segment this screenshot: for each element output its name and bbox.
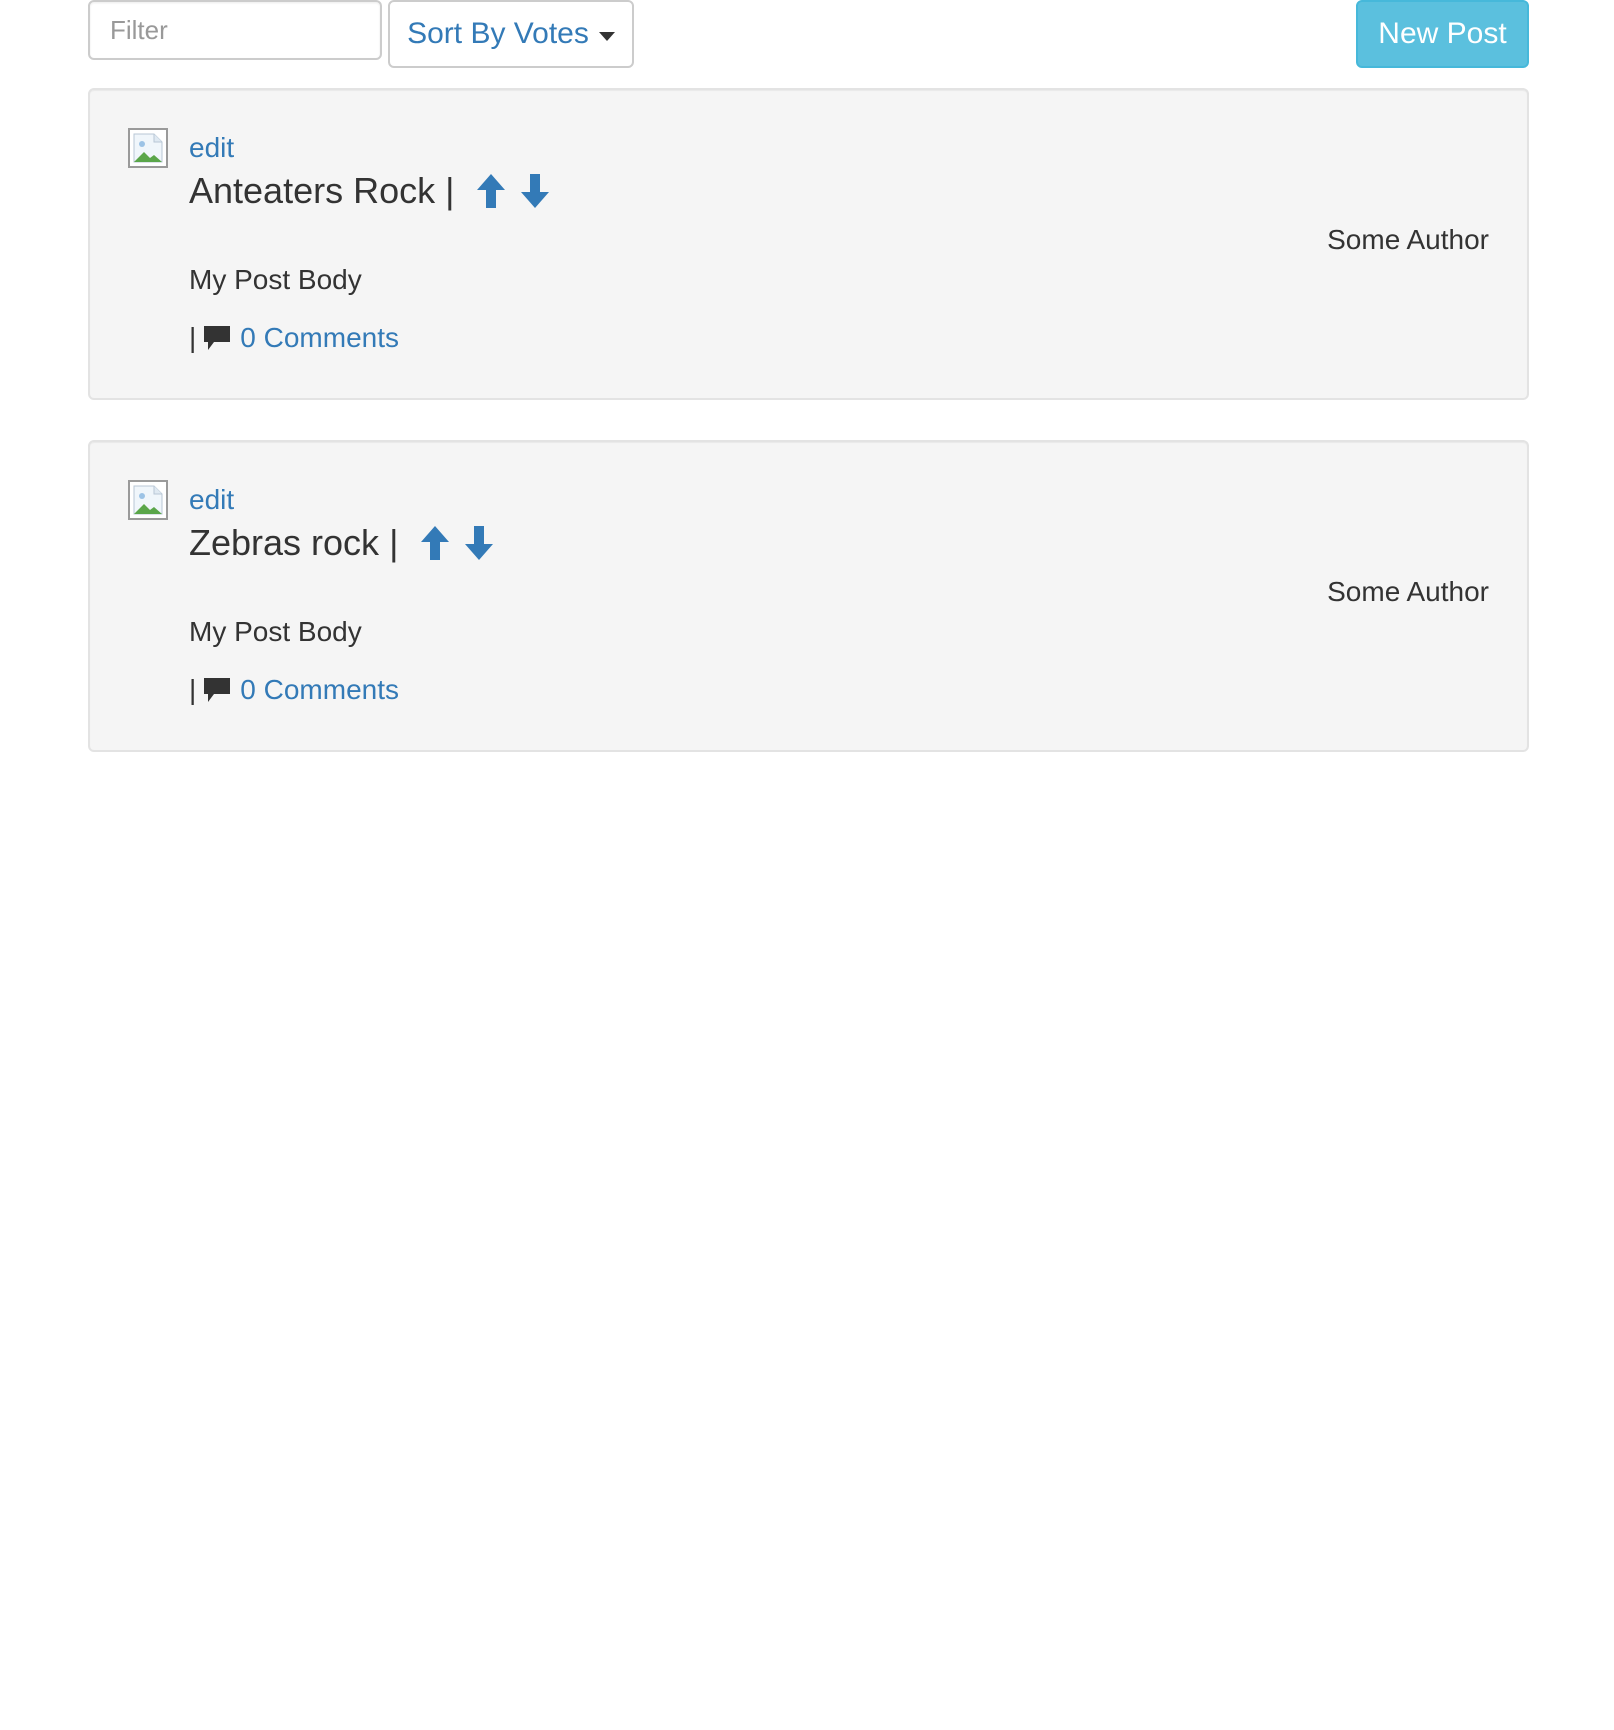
comment-icon <box>202 323 232 353</box>
post-card: edit Anteaters Rock | Some Author My Pos… <box>88 88 1529 400</box>
post-title-text: Anteaters Rock <box>189 170 436 211</box>
post-meta: | 0 Comments <box>189 322 399 354</box>
post-card: edit Zebras rock | Some Author My Post B… <box>88 440 1529 752</box>
comments-link[interactable]: 0 Comments <box>240 674 399 706</box>
post-body: My Post Body <box>189 264 362 295</box>
toolbar: Sort By Votes New Post <box>88 0 1529 68</box>
page: Sort By Votes New Post edit Anteaters Ro… <box>0 0 1614 1730</box>
title-separator: | <box>445 170 455 211</box>
broken-image-icon <box>128 128 168 168</box>
post-title: Zebras rock | <box>189 522 496 564</box>
arrow-up-icon[interactable] <box>418 523 452 563</box>
post-title-text: Zebras rock <box>189 522 380 563</box>
post-list: edit Anteaters Rock | Some Author My Pos… <box>88 88 1529 792</box>
arrow-up-icon[interactable] <box>474 171 508 211</box>
sort-by-votes-button[interactable]: Sort By Votes <box>388 0 634 68</box>
broken-image-icon <box>128 480 168 520</box>
new-post-button-label: New Post <box>1378 17 1507 50</box>
new-post-button[interactable]: New Post <box>1356 0 1529 68</box>
post-body: My Post Body <box>189 616 362 647</box>
arrow-down-icon[interactable] <box>518 171 552 211</box>
comment-icon <box>202 675 232 705</box>
meta-separator: | <box>189 674 197 705</box>
post-author: Some Author <box>1327 576 1489 607</box>
comments-link[interactable]: 0 Comments <box>240 322 399 354</box>
filter-input[interactable] <box>88 0 382 60</box>
arrow-down-icon[interactable] <box>462 523 496 563</box>
meta-separator: | <box>189 322 197 353</box>
post-title: Anteaters Rock | <box>189 170 552 212</box>
sort-button-label: Sort By Votes <box>407 17 589 50</box>
edit-link[interactable]: edit <box>189 484 234 516</box>
title-separator: | <box>389 522 399 563</box>
post-meta: | 0 Comments <box>189 674 399 706</box>
post-author: Some Author <box>1327 224 1489 255</box>
edit-link[interactable]: edit <box>189 132 234 164</box>
caret-down-icon <box>598 31 615 41</box>
